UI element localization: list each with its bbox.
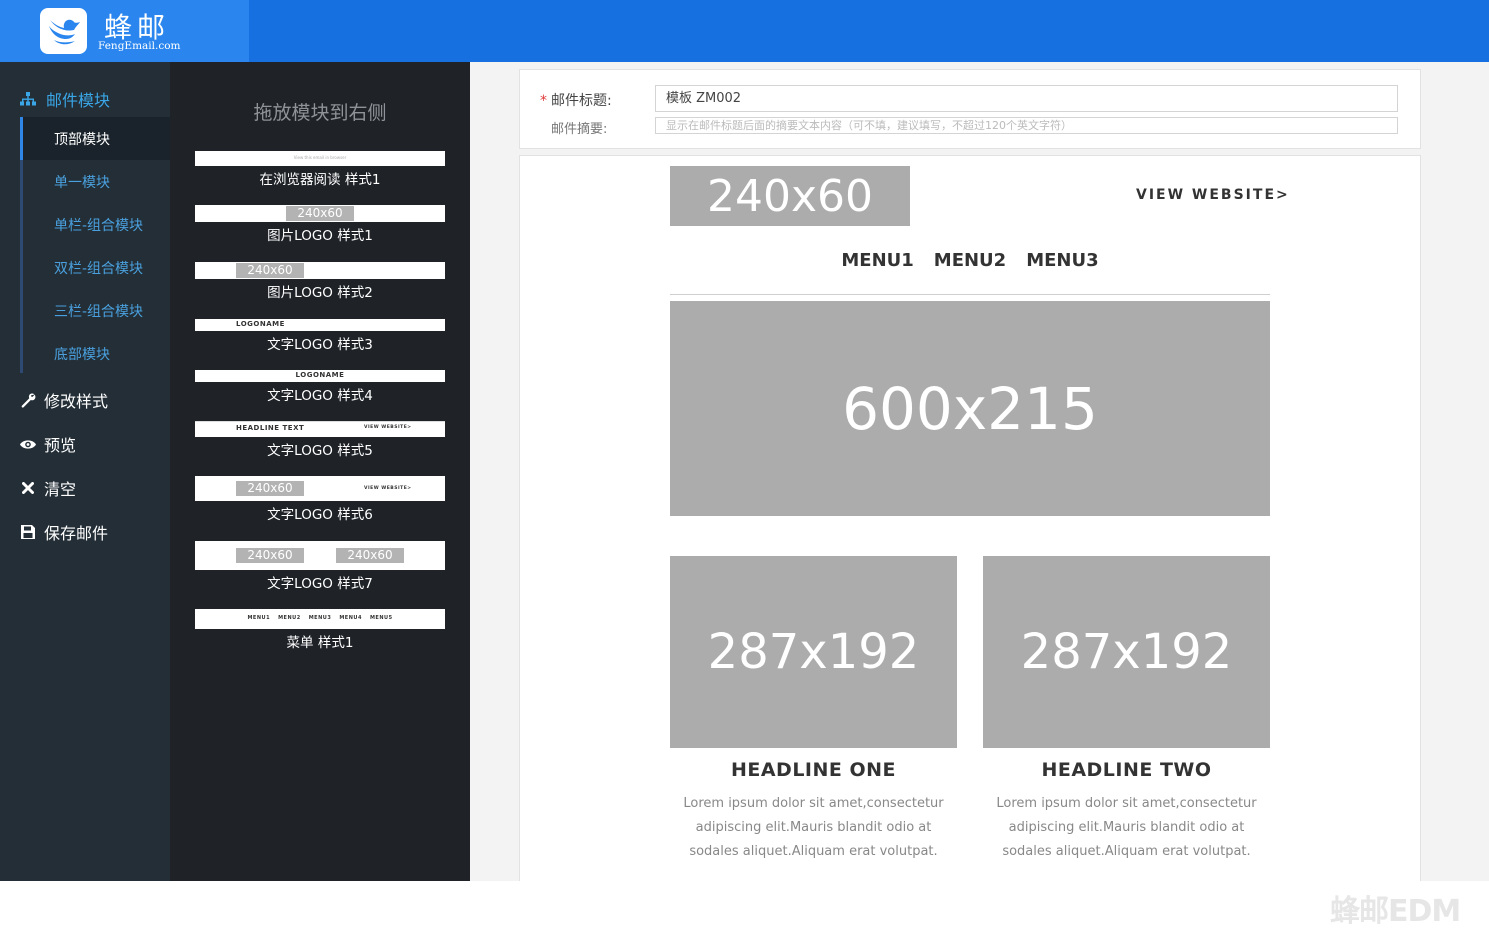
module-preview-text: HEADLINE TEXT [236, 424, 305, 432]
email-menu-item[interactable]: MENU2 [934, 250, 1006, 271]
mail-form: * 邮件标题: 模板 ZM002 邮件摘要: 显示在邮件标题后面的摘要文本内容（可… [519, 69, 1421, 149]
module-preview-link: VIEW WEBSITE> [364, 425, 412, 430]
module-label: 文字LOGO 样式3 [267, 337, 373, 353]
mail-summary-input[interactable]: 显示在邮件标题后面的摘要文本内容（可不填，建议填写，不超过120个英文字符） [655, 117, 1398, 134]
sidebar-item-save-mail[interactable]: 保存邮件 [0, 517, 170, 547]
module-preview-menu: MENU1 [247, 615, 271, 621]
module-preview: LOGONAME [195, 319, 445, 331]
module-preview: 240x60 VIEW WEBSITE> [195, 476, 445, 501]
module-preview-link: VIEW WEBSITE> [364, 486, 412, 491]
wrench-icon [20, 393, 36, 408]
bird-logo-icon [40, 8, 87, 54]
module-preview-menu: MENU5 [369, 615, 393, 621]
email-column-image[interactable]: 287x192 [983, 556, 1270, 748]
mail-title-label: * 邮件标题: [540, 90, 612, 110]
sidebar-item-edit-style[interactable]: 修改样式 [0, 385, 170, 415]
email-column-image[interactable]: 287x192 [670, 556, 957, 748]
email-logo-placeholder[interactable]: 240x60 [670, 166, 910, 226]
module-placeholder: 240x60 [236, 481, 304, 496]
email-canvas[interactable]: 240x60 VIEW WEBSITE> MENU1 MENU2 MENU3 6… [519, 155, 1421, 881]
module-preview-text: View this email in browser [293, 155, 347, 160]
mail-title-input[interactable]: 模板 ZM002 [655, 85, 1398, 112]
email-menu-item[interactable]: MENU1 [841, 250, 913, 271]
required-mark: * [540, 93, 547, 109]
email-column-headline: HEADLINE ONE [730, 759, 897, 781]
email-divider [670, 294, 1270, 295]
module-preview-menus: MENU1 MENU2 MENU3 MENU4 MENU5 [195, 615, 445, 621]
module-placeholder: 240x60 [336, 548, 404, 563]
top-header: 蜂邮 FengEmail.com [0, 0, 1489, 62]
module-preview: HEADLINE TEXT VIEW WEBSITE> [195, 421, 445, 437]
module-preview-text: LOGONAME [295, 371, 345, 379]
sidebar-subnav: 顶部模块 单一模块 单栏-组合模块 双栏-组合模块 三栏-组合模块 底部模块 [20, 117, 170, 373]
module-label: 菜单 样式1 [286, 635, 354, 651]
email-menu: MENU1 MENU2 MENU3 [670, 250, 1270, 271]
sidebar-item-top-module[interactable]: 顶部模块 [20, 117, 170, 160]
module-placeholder: 240x60 [236, 263, 304, 278]
module-item[interactable]: MENU1 MENU2 MENU3 MENU4 MENU5 菜单 样式1 [195, 609, 445, 651]
module-placeholder: 240x60 [236, 548, 304, 563]
sidebar-item-single-module[interactable]: 单一模块 [23, 160, 170, 203]
module-preview-menu: MENU4 [339, 615, 362, 621]
module-preview: LOGONAME [195, 370, 445, 382]
sidebar-item-preview[interactable]: 预览 [0, 429, 170, 459]
email-menu-item[interactable]: MENU3 [1026, 250, 1098, 271]
mail-title-label-text: 邮件标题: [551, 93, 612, 109]
module-item[interactable]: LOGONAME 文字LOGO 样式4 [195, 370, 445, 404]
email-column-text: Lorem ipsum dolor sit amet,consectetur a… [996, 796, 1257, 859]
sidebar-item-single-column-combo[interactable]: 单栏-组合模块 [23, 203, 170, 246]
module-item[interactable]: 240x60 图片LOGO 样式1 [195, 205, 445, 244]
module-placeholder: 240x60 [286, 206, 354, 221]
sidebar-item-clear[interactable]: 清空 [0, 473, 170, 503]
view-website-link[interactable]: VIEW WEBSITE> [1136, 187, 1290, 203]
module-label: 文字LOGO 样式6 [267, 507, 373, 523]
module-item[interactable]: View this email in browser 在浏览器阅读 样式1 [195, 151, 445, 188]
module-item[interactable]: LOGONAME 文字LOGO 样式3 [195, 319, 445, 353]
module-panel: 拖放模块到右侧 View this email in browser 在浏览器阅… [170, 62, 470, 881]
module-preview: View this email in browser [195, 151, 445, 166]
sidebar-item-triple-column-combo[interactable]: 三栏-组合模块 [23, 289, 170, 332]
sidebar-group-label: 邮件模块 [46, 91, 111, 110]
sitemap-icon [20, 92, 36, 106]
module-preview-menu: MENU2 [278, 615, 301, 621]
module-label: 在浏览器阅读 样式1 [259, 172, 381, 188]
save-icon [20, 525, 36, 539]
close-icon [20, 482, 36, 494]
editor-area: * 邮件标题: 模板 ZM002 邮件摘要: 显示在邮件标题后面的摘要文本内容（可… [470, 62, 1489, 881]
eye-icon [20, 439, 36, 450]
email-column-headline: HEADLINE TWO [1041, 759, 1212, 781]
watermark: 蜂邮EDM [1330, 894, 1461, 929]
sidebar-item-footer-module[interactable]: 底部模块 [23, 332, 170, 375]
brand-subtitle: FengEmail.com [98, 40, 181, 52]
module-preview: 240x60 240x60 [195, 541, 445, 570]
module-item[interactable]: 240x60 240x60 文字LOGO 样式7 [195, 541, 445, 592]
sidebar-item-label: 预览 [44, 436, 77, 455]
module-preview: MENU1 MENU2 MENU3 MENU4 MENU5 [195, 609, 445, 629]
module-preview-text: LOGONAME [236, 320, 285, 328]
module-label: 文字LOGO 样式4 [267, 388, 373, 404]
module-item[interactable]: 240x60 图片LOGO 样式2 [195, 262, 445, 301]
sidebar-group-mail-modules[interactable]: 邮件模块 [0, 84, 170, 114]
module-item[interactable]: HEADLINE TEXT VIEW WEBSITE> 文字LOGO 样式5 [195, 421, 445, 459]
mail-summary-label: 邮件摘要: [551, 122, 608, 137]
module-preview-menu: MENU3 [308, 615, 332, 621]
sidebar-item-label: 保存邮件 [44, 524, 109, 543]
email-banner-placeholder[interactable]: 600x215 [670, 301, 1270, 516]
module-label: 图片LOGO 样式1 [267, 228, 373, 244]
brand[interactable]: 蜂邮 FengEmail.com [0, 0, 249, 62]
sidebar-item-label: 清空 [44, 480, 77, 499]
module-preview: 240x60 [195, 262, 445, 279]
sidebar: 邮件模块 顶部模块 单一模块 单栏-组合模块 双栏-组合模块 三栏-组合模块 底… [0, 62, 170, 881]
module-label: 文字LOGO 样式5 [267, 443, 373, 459]
sidebar-item-double-column-combo[interactable]: 双栏-组合模块 [23, 246, 170, 289]
module-item[interactable]: 240x60 VIEW WEBSITE> 文字LOGO 样式6 [195, 476, 445, 523]
module-preview: 240x60 [195, 205, 445, 222]
module-label: 图片LOGO 样式2 [267, 285, 373, 301]
module-label: 文字LOGO 样式7 [267, 576, 373, 592]
sidebar-item-label: 修改样式 [44, 392, 109, 411]
module-panel-title: 拖放模块到右侧 [253, 102, 387, 124]
email-column-text: Lorem ipsum dolor sit amet,consectetur a… [683, 796, 944, 859]
bottom-strip [0, 881, 1489, 937]
